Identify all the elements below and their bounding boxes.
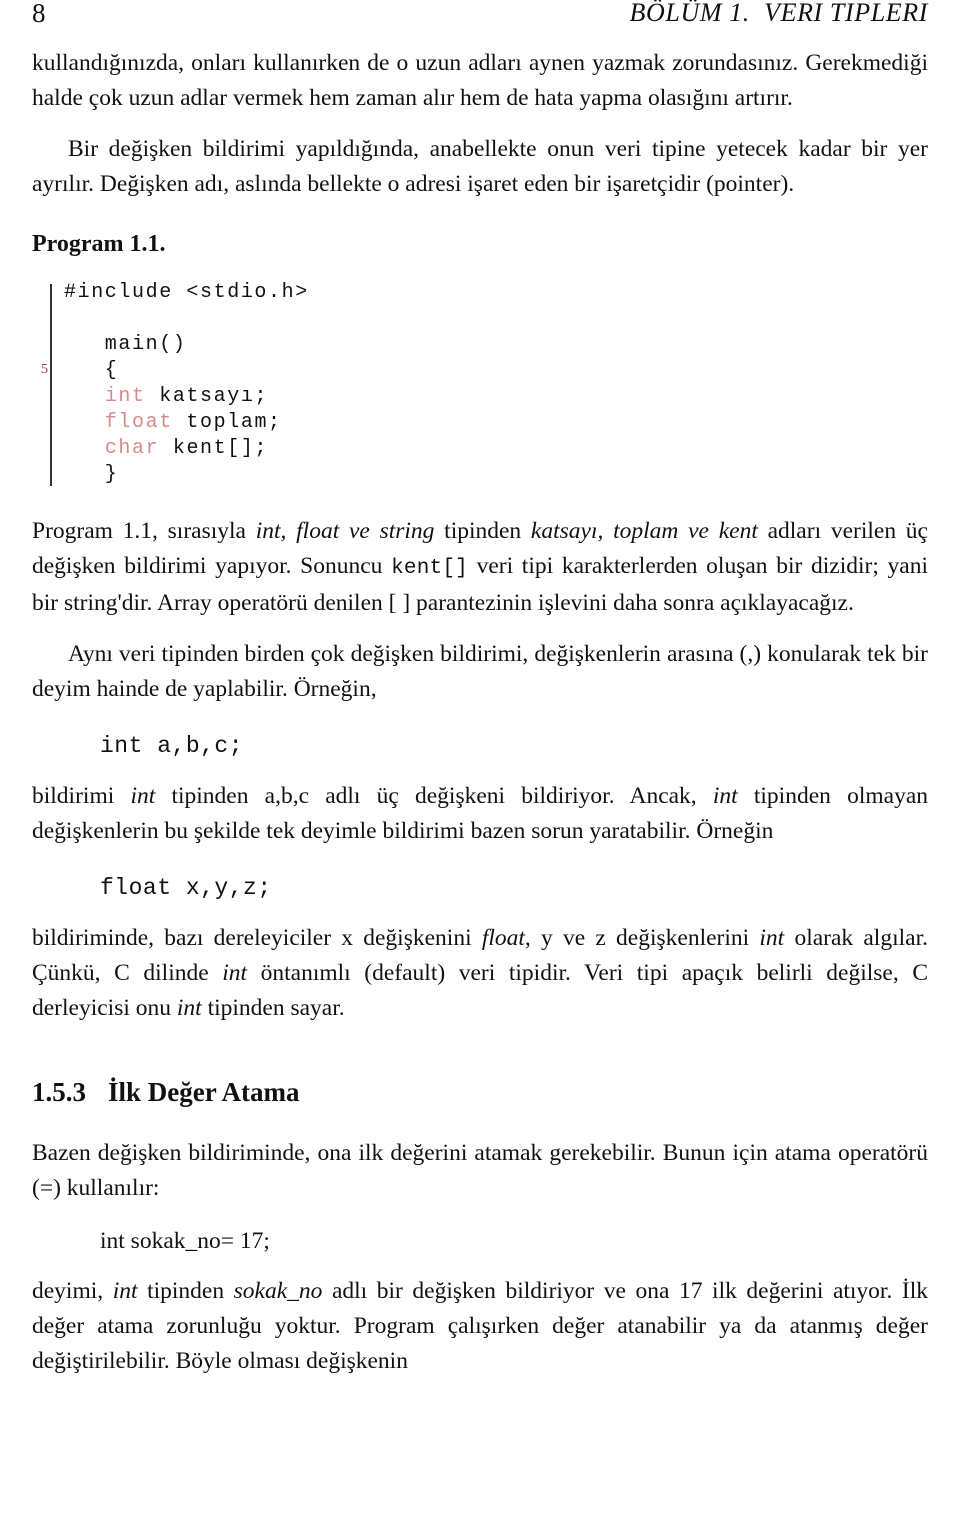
section-number: 1.5.3	[32, 1077, 86, 1107]
running-title: BÖLÜM 1. VERI TIPLERI	[629, 0, 928, 27]
inline-code-kent: kent[]	[391, 557, 468, 580]
listing-line-1: #include <stdio.h>	[64, 281, 309, 304]
paragraph-6-part-2: , y ve z değişkenlerini	[524, 925, 760, 951]
listing-line-7-indent	[64, 437, 105, 460]
paragraph-6-part-5: tipinden sayar.	[201, 995, 345, 1021]
listing-vertical-rule	[50, 284, 52, 486]
listing-line-3: main()	[64, 333, 187, 356]
display-code-int-abc: int a,b,c;	[100, 733, 244, 759]
listing-line-8: }	[64, 463, 119, 486]
section-heading: 1.5.3 İlk Değer Atama	[32, 1074, 928, 1110]
paragraph-1-text: kullandığınızda, onları kullanırken de o…	[32, 50, 928, 111]
paragraph-3-part-2: tipinden	[434, 518, 531, 544]
display-code-float-xyz: float x,y,z;	[100, 875, 272, 901]
paragraph-3-italic-types: int, float ve string	[255, 518, 435, 544]
paragraph-6-italic-1: float	[481, 925, 525, 951]
display-code-int-sokak-no: int sokak_no= 17;	[100, 1228, 270, 1254]
paragraph-8-part-1: deyimi,	[32, 1278, 113, 1304]
listing-line-4: {	[64, 359, 119, 382]
listing-line-7-rest: kent[];	[159, 437, 269, 460]
paragraph-7: Bazen değişken bildiriminde, ona ilk değ…	[32, 1136, 928, 1206]
paragraph-6-italic-2: int	[759, 925, 785, 951]
paragraph-4-text: Aynı veri tipinden birden çok değişken b…	[32, 641, 928, 702]
running-head: 8 BÖLÜM 1. VERI TIPLERI	[32, 0, 928, 46]
listing-line-2	[64, 307, 78, 330]
paragraph-6-part-1: bildiriminde, bazı dereleyiciler x değiş…	[32, 925, 482, 951]
paragraph-5-part-1: bildirimi	[32, 783, 131, 809]
paragraph-6: bildiriminde, bazı dereleyiciler x değiş…	[32, 921, 928, 1026]
listing-lines: #include <stdio.h> main() { int katsayı;…	[54, 280, 928, 488]
paragraph-5-italic-2: int	[712, 783, 738, 809]
paragraph-4: Aynı veri tipinden birden çok değişken b…	[32, 637, 928, 707]
document-page: 8 BÖLÜM 1. VERI TIPLERI kullandığınızda,…	[0, 0, 960, 1517]
paragraph-3-part-1: Program 1.1, sırasıyla	[32, 518, 256, 544]
code-listing: 5 #include <stdio.h> main() { int katsay…	[32, 280, 928, 488]
paragraph-2: Bir değişken bildirimi yapıldığında, ana…	[32, 132, 928, 202]
paragraph-5: bildirimi int tipinden a,b,c adlı üç değ…	[32, 779, 928, 849]
paragraph-3: Program 1.1, sırasıyla int, float ve str…	[32, 514, 928, 621]
listing-line-5-rest: katsayı;	[145, 385, 269, 408]
paragraph-8-italic-2: sokak_no	[233, 1278, 323, 1304]
paragraph-8-part-2: tipinden	[137, 1278, 234, 1304]
program-caption: Program 1.1.	[32, 231, 166, 257]
listing-line-6-indent	[64, 411, 105, 434]
paragraph-1: kullandığınızda, onları kullanırken de o…	[32, 46, 928, 116]
paragraph-2-text: Bir değişken bildirimi yapıldığında, ana…	[32, 136, 928, 197]
paragraph-8-italic-1: int	[112, 1278, 138, 1304]
paragraph-5-italic-1: int	[130, 783, 156, 809]
paragraph-5-part-2: tipinden a,b,c adlı üç değişkeni bildiri…	[155, 783, 713, 809]
page-number: 8	[32, 0, 46, 28]
listing-keyword-float: float	[104, 411, 173, 434]
listing-line-6-rest: toplam;	[172, 411, 282, 434]
listing-line-5-indent	[64, 385, 105, 408]
paragraph-3-italic-names: katsayı, toplam ve kent	[530, 518, 758, 544]
paragraph-6-italic-4: int	[176, 995, 202, 1021]
paragraph-7-text: Bazen değişken bildiriminde, ona ilk değ…	[32, 1140, 928, 1201]
listing-keyword-char: char	[104, 437, 160, 460]
section-title: İlk Değer Atama	[108, 1077, 300, 1107]
paragraph-8: deyimi, int tipinden sokak_no adlı bir d…	[32, 1274, 928, 1379]
paragraph-6-italic-3: int	[222, 960, 248, 986]
listing-line-number: 5	[41, 362, 48, 377]
listing-keyword-int: int	[104, 385, 146, 408]
